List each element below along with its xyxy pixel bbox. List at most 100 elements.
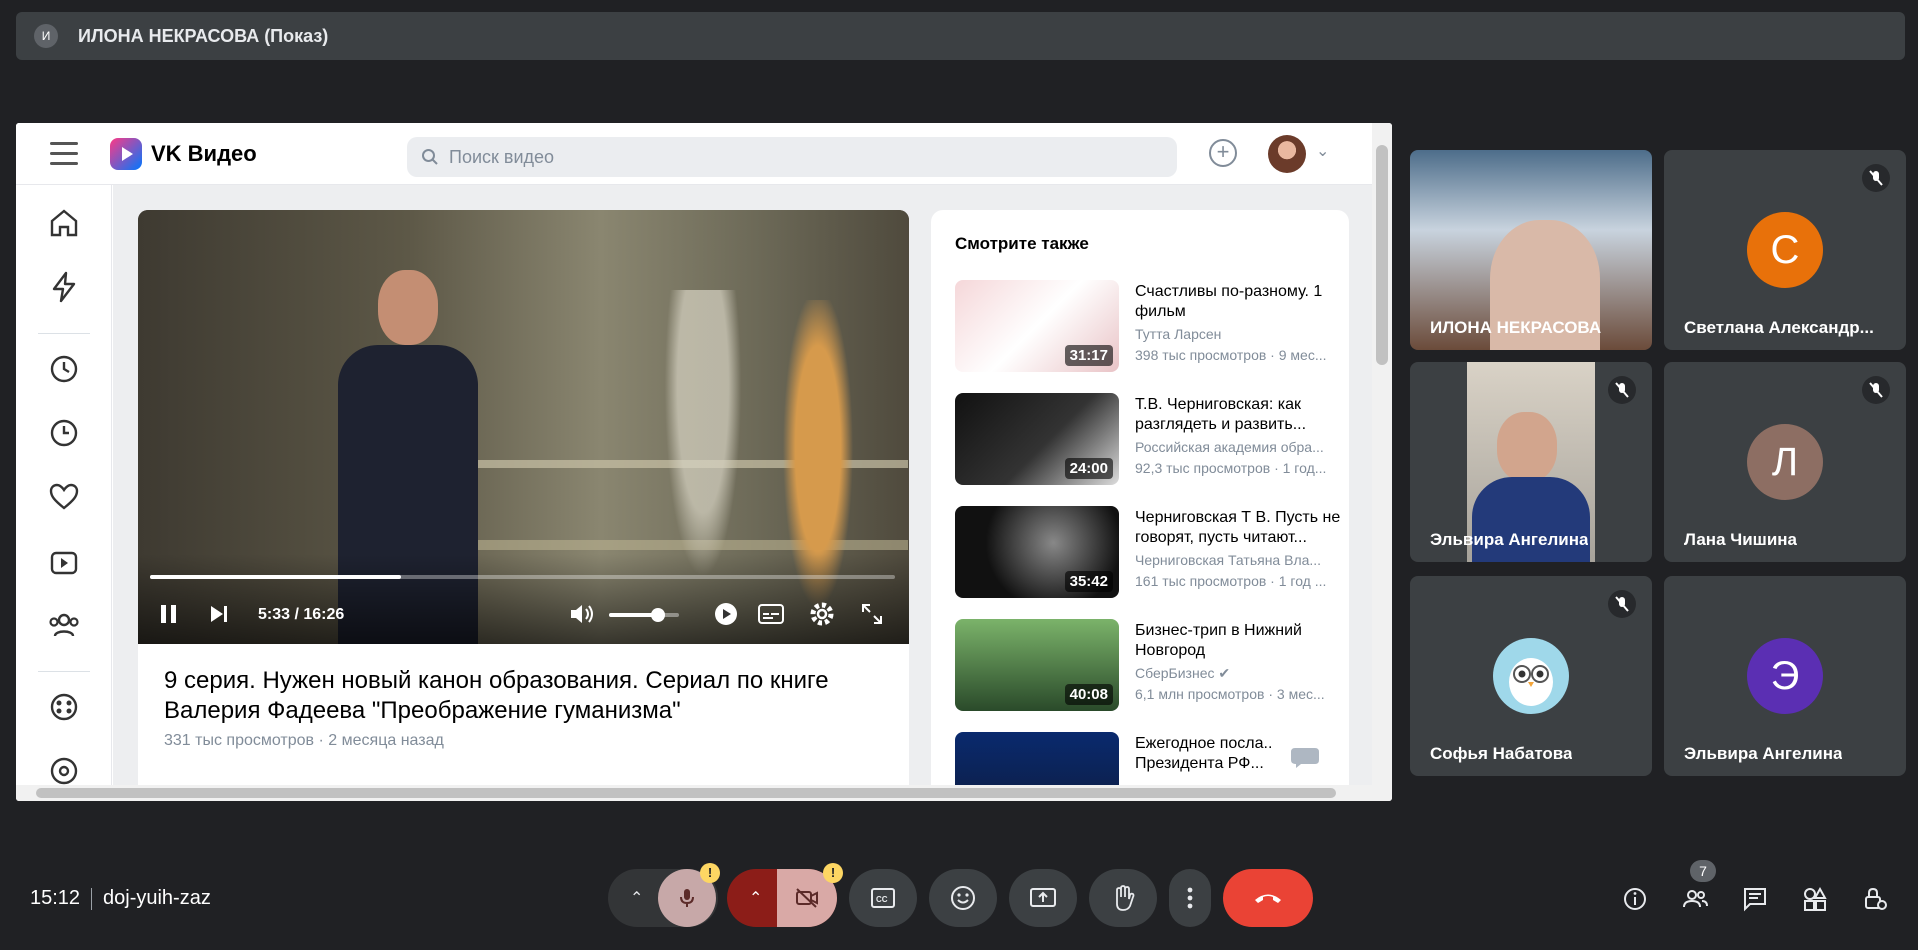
participant-tile[interactable]: Софья Набатова [1410,576,1652,776]
chevron-up-icon[interactable]: ⌃ [749,888,762,908]
subtitles-icon[interactable] [757,602,785,626]
warning-badge: ! [823,863,843,883]
leave-call-button[interactable] [1223,869,1313,927]
home-icon[interactable] [46,205,82,241]
time-display: 5:33 / 16:26 [258,606,345,623]
vk-sidebar [16,185,112,785]
volume-slider[interactable] [609,608,679,622]
pause-icon[interactable] [158,602,180,626]
presenter-bar: И ИЛОНА НЕКРАСОВА (Показ) [16,12,1905,60]
duration-badge: 31:17 [1064,345,1113,366]
participant-name: Лана Чишина [1684,530,1797,549]
related-title[interactable]: Бизнес-трип в Нижний Новгород [1135,621,1347,661]
duration-badge: 40:08 [1064,684,1113,705]
related-channel[interactable]: Черниговская Татьяна Вла... [1135,552,1347,568]
video-views: 331 тыс просмотров [164,732,315,749]
video-age: 2 месяца назад [328,732,444,749]
related-thumbnail[interactable] [955,732,1119,785]
settings-icon[interactable] [808,600,836,628]
more-vert-icon [1187,887,1193,909]
chat-icon[interactable] [1741,885,1769,913]
participant-name: Светлана Александр... [1684,318,1874,337]
add-video-button[interactable]: + [1209,139,1237,167]
menu-icon[interactable] [50,142,78,166]
video-player[interactable]: 5:33 / 16:26 [138,210,909,644]
volume-icon[interactable] [568,602,596,626]
duration-badge: 24:00 [1064,458,1113,479]
video-title: 9 серия. Нужен новый канон образования. … [164,667,829,724]
mic-group: ⌃ ! [608,863,720,927]
participant-tile[interactable]: С Светлана Александр... [1664,150,1906,350]
owl-avatar-icon [1493,638,1569,714]
raise-hand-button[interactable] [1089,869,1157,927]
related-item[interactable]: 40:08 Бизнес-трип в Нижний Новгород Сбер… [955,619,1345,713]
related-thumbnail[interactable]: 35:42 [955,506,1119,598]
camera-off-icon [796,888,818,908]
captions-button[interactable]: CC [849,869,917,927]
emoji-icon [951,886,975,910]
related-item[interactable]: 35:42 Черниговская Т В. Пусть не говорят… [955,506,1345,600]
search-input[interactable] [449,146,1149,168]
volume-knob[interactable] [651,608,665,622]
vertical-scrollbar[interactable] [1372,123,1392,785]
chevron-down-icon[interactable]: ⌄ [1316,141,1329,161]
people-icon[interactable] [1681,885,1709,913]
mic-off-icon [1862,376,1890,404]
broadcast-icon[interactable] [46,753,82,789]
present-button[interactable] [1009,869,1077,927]
related-thumbnail[interactable]: 40:08 [955,619,1119,711]
related-thumbnail[interactable]: 24:00 [955,393,1119,485]
emoji-button[interactable] [929,869,997,927]
fullscreen-icon[interactable] [860,602,884,626]
more-options-button[interactable] [1169,869,1211,927]
history-icon[interactable] [46,351,82,387]
related-item[interactable]: 31:17 Счастливы по-разному. 1 фильм Тутт… [955,280,1345,374]
progress-bar[interactable] [150,575,895,579]
meeting-code: doj-yuih-zaz [103,887,211,909]
related-stats: 6,1 млн просмотров · 3 мес... [1135,686,1325,702]
related-title[interactable]: Черниговская Т В. Пусть не говорят, пуст… [1135,508,1347,548]
participant-tile[interactable]: Л Лана Чишина [1664,362,1906,562]
video-info: 9 серия. Нужен новый канон образования. … [138,644,909,785]
next-icon[interactable] [208,603,230,625]
camera-group: ⌃ ! [727,863,843,927]
chevron-up-icon[interactable]: ⌃ [630,888,643,908]
activities-icon[interactable] [1801,885,1829,913]
related-channel[interactable]: Тутта Ларсен [1135,326,1347,342]
participant-tile[interactable]: Э Эльвира Ангелина [1664,576,1906,776]
participant-tile[interactable]: Эльвира Ангелина [1410,362,1652,562]
mic-off-icon [1862,164,1890,192]
related-item[interactable]: 24:00 Т.В. Черниговская: как разглядеть … [955,393,1345,487]
lightning-icon[interactable] [46,269,82,305]
film-reel-icon[interactable] [46,689,82,725]
chat-bubble-icon[interactable] [1271,734,1339,780]
user-avatar[interactable] [1268,135,1306,173]
info-icon[interactable] [1621,885,1649,913]
present-screen-icon [1030,888,1056,907]
subscriptions-icon[interactable] [46,607,82,643]
meta-separator: · [318,732,329,749]
participant-name: Эльвира Ангелина [1430,530,1589,549]
clock-icon[interactable] [46,415,82,451]
vk-brand[interactable]: VK Видео [151,141,257,167]
related-channel[interactable]: СберБизнес ✔ [1135,665,1347,682]
related-stats: 398 тыс просмотров · 9 мес... [1135,347,1327,363]
horizontal-scrollbar[interactable] [16,785,1392,801]
progress-fill [150,575,402,579]
related-stats: 92,3 тыс просмотров · 1 год... [1135,460,1327,476]
related-thumbnail[interactable]: 31:17 [955,280,1119,372]
autoplay-icon[interactable] [714,602,738,626]
related-title[interactable]: Т.В. Черниговская: как разглядеть и разв… [1135,395,1347,435]
participant-name: Эльвира Ангелина [1684,744,1843,763]
related-title[interactable]: Счастливы по-разному. 1 фильм [1135,282,1347,322]
vk-logo-icon[interactable] [110,138,142,170]
mic-off-icon [1608,376,1636,404]
participant-tile[interactable]: ИЛОНА НЕКРАСОВА [1410,150,1652,350]
video-library-icon[interactable] [46,543,82,579]
search-box[interactable] [407,137,1177,177]
heart-icon[interactable] [46,479,82,515]
host-controls-lock-icon[interactable] [1861,885,1889,913]
related-channel[interactable]: Российская академия обра... [1135,439,1347,455]
participant-name: ИЛОНА НЕКРАСОВА [1430,318,1602,337]
mic-off-icon [1608,590,1636,618]
